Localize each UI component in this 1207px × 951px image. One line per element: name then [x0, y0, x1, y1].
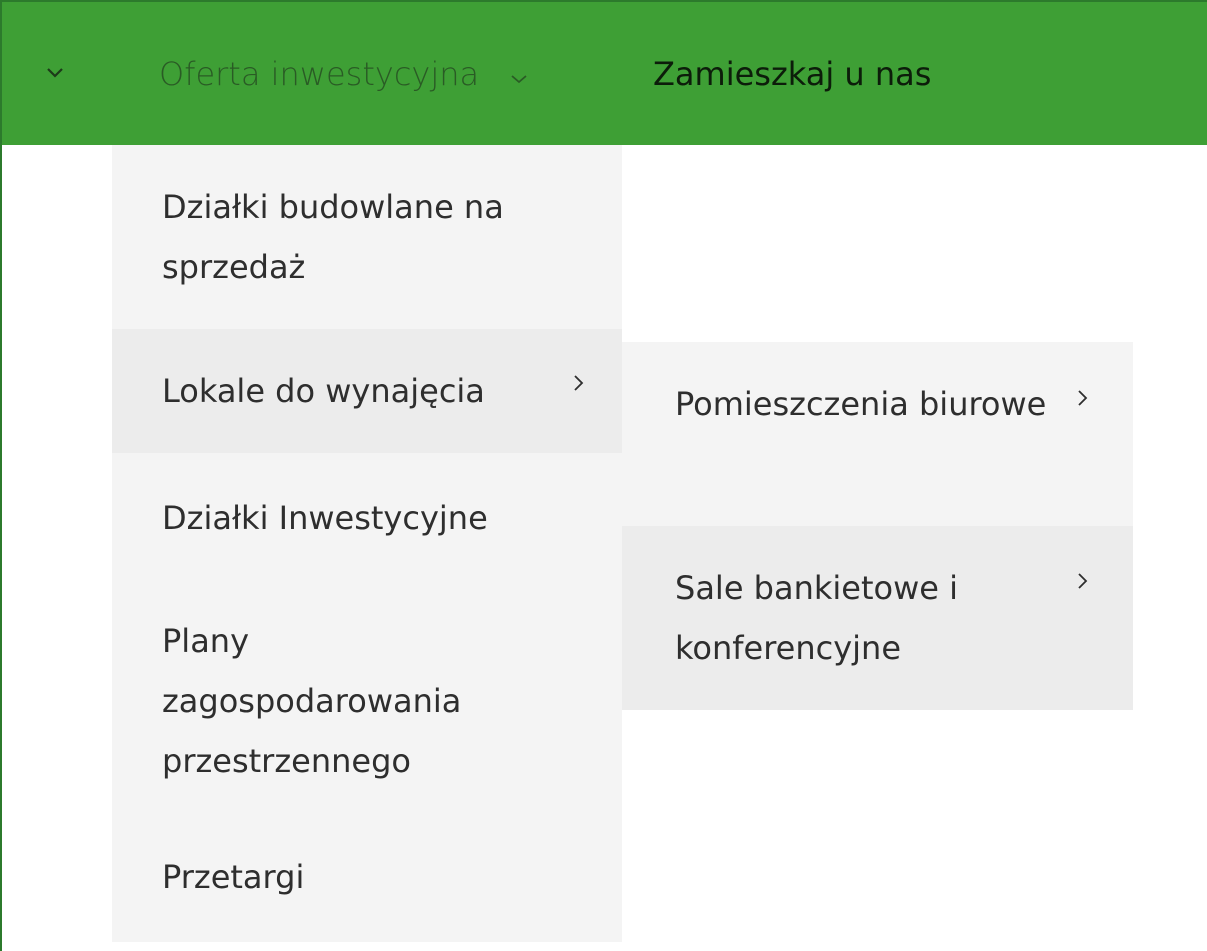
chevron-right-icon: [574, 375, 584, 391]
nav-item-label: Zamieszkaj u nas: [653, 54, 932, 93]
chevron-right-icon: [1078, 573, 1088, 589]
menu-item-building-plots[interactable]: Działki budowlane na sprzedaż: [112, 145, 622, 329]
chevron-down-icon[interactable]: [42, 60, 68, 86]
menu-item-label: Przetargi: [162, 858, 305, 896]
submenu-item-label: Pomieszczenia biurowe: [675, 385, 1047, 423]
menu-item-label: Działki Inwestycyjne: [162, 499, 488, 537]
menu-item-premises-for-rent[interactable]: Lokale do wynajęcia: [112, 329, 622, 453]
menu-item-label: Działki budowlane na sprzedaż: [162, 188, 504, 286]
page-frame: Oferta inwestycyjna Zamieszkaj u nas Dzi…: [0, 0, 1207, 951]
chevron-right-icon: [1078, 390, 1088, 406]
nav-item-live-with-us[interactable]: Zamieszkaj u nas: [653, 2, 931, 145]
top-navbar: Oferta inwestycyjna Zamieszkaj u nas: [2, 2, 1207, 145]
menu-item-label: Plany zagospodarowania przestrzennego: [162, 622, 462, 780]
chevron-down-icon: [511, 74, 527, 83]
menu-item-investment-plots[interactable]: Działki Inwestycyjne: [112, 453, 622, 579]
dropdown-menu: Działki budowlane na sprzedaż Lokale do …: [112, 145, 622, 942]
nav-item-investment-offer[interactable]: Oferta inwestycyjna: [159, 2, 531, 145]
menu-item-tenders[interactable]: Przetargi: [112, 817, 622, 942]
nav-item-label: Oferta inwestycyjna: [159, 54, 480, 93]
submenu: Pomieszczenia biurowe Sale bankietowe i …: [622, 342, 1133, 710]
menu-item-zoning-plans[interactable]: Plany zagospodarowania przestrzennego: [112, 579, 622, 817]
submenu-item-office-space[interactable]: Pomieszczenia biurowe: [622, 342, 1133, 526]
menu-item-label: Lokale do wynajęcia: [162, 372, 485, 410]
submenu-item-label: Sale bankietowe i konferencyjne: [675, 569, 959, 667]
submenu-item-banquet-halls[interactable]: Sale bankietowe i konferencyjne: [622, 526, 1133, 710]
